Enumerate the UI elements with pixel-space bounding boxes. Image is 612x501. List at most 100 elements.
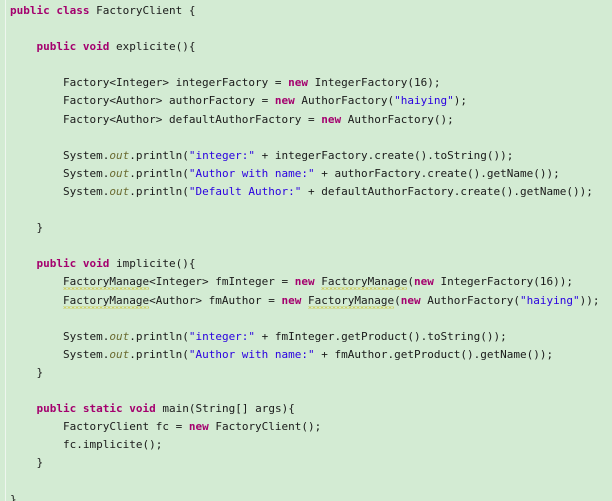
code-line[interactable]: System.out.println("Default Author:" + d… [0,183,612,201]
code-token-plain: Factory<Author> defaultAuthorFactory = [62,112,322,126]
code-line[interactable]: Factory<Author> authorFactory = new Auth… [0,92,612,110]
code-token-plain: ( [407,275,414,289]
code-line[interactable]: System.out.println("Author with name:" +… [0,346,612,364]
code-line[interactable] [0,472,612,490]
code-token-kw: new [281,293,302,307]
code-line[interactable]: System.out.println("integer:" + integerF… [0,147,612,165]
code-token-str: "haiying" [394,94,454,108]
code-token-plain: <Integer> fmInteger = [149,275,295,289]
code-line[interactable]: } [0,364,612,382]
code-token-fld: out [109,166,130,180]
code-line[interactable]: public void implicite(){ [0,255,612,273]
code-token-plain: .println( [129,329,189,343]
code-token-plain: fc.implicite(); [62,438,163,452]
code-line[interactable] [0,20,612,38]
code-line[interactable]: System.out.println("Author with name:" +… [0,165,612,183]
code-line[interactable]: Factory<Integer> integerFactory = new In… [0,74,612,92]
code-line[interactable]: fc.implicite(); [0,436,612,454]
code-token-fld: out [109,347,130,361]
code-token-plain: System. [62,347,110,361]
code-line[interactable] [0,129,612,147]
code-content[interactable]: public class FactoryClient { public void… [0,0,612,501]
code-line[interactable] [0,201,612,219]
code-line[interactable]: } [0,454,612,472]
code-line[interactable]: FactoryClient fc = new FactoryClient(); [0,418,612,436]
code-token-plain: <Author> fmAuthor = [149,293,282,307]
code-line[interactable]: System.out.println("integer:" + fmIntege… [0,328,612,346]
code-token-fld: out [109,184,130,198]
code-token-plain: + fmInteger.getProduct().toString()); [255,329,507,343]
code-line[interactable] [0,56,612,74]
code-token-fld: out [109,148,130,162]
code-token-plain: + integerFactory.create().toString()); [255,148,514,162]
code-token-plain: + defaultAuthorFactory.create().getName(… [301,184,593,198]
code-token-kw: new [274,94,295,108]
code-token-plain: implicite(){ [109,257,196,271]
code-token-kw: class [56,4,90,17]
code-token-str: "integer:" [188,148,256,162]
code-token-plain: } [10,492,17,501]
code-token-str: "Author with name:" [188,347,315,361]
code-line[interactable] [0,237,612,255]
code-token-plain: Factory<Author> authorFactory = [62,94,275,108]
code-line[interactable]: public static void main(String[] args){ [0,400,612,418]
code-line[interactable]: } [0,491,612,501]
code-token-warn: FactoryManage [62,275,150,289]
code-token-plain: AuthorFactory( [420,293,520,307]
code-token-plain: System. [62,148,110,162]
code-token-plain: FactoryClient(); [208,420,322,434]
code-token-kw: new [288,76,309,90]
code-token-plain: .println( [129,347,189,361]
code-token-kw: public [36,257,77,271]
code-token-plain: System. [62,329,110,343]
code-token-kw: public [36,402,77,416]
code-token-plain: .println( [129,184,189,198]
code-token-plain: main(String[] args){ [155,402,295,416]
code-token-str: "integer:" [188,329,256,343]
code-token-plain: } [36,221,44,235]
code-token-plain: System. [62,166,110,180]
code-token-kw: void [82,40,110,54]
code-line[interactable]: public class FactoryClient { [0,2,612,20]
code-token-plain: IntegerFactory(16)); [433,275,573,289]
code-token-warn: FactoryManage [321,275,408,289]
code-line[interactable]: } [0,219,612,237]
code-line[interactable] [0,310,612,328]
code-token-plain: ( [394,293,401,307]
code-token-kw: void [82,257,110,271]
code-token-plain: Factory<Integer> integerFactory = [62,76,289,90]
code-token-kw: new [188,420,209,434]
code-token-str: "haiying" [519,293,580,307]
code-token-plain: AuthorFactory( [294,94,395,108]
code-token-plain: } [36,365,44,379]
code-token-plain: .println( [129,148,189,162]
code-line[interactable]: FactoryManage<Author> fmAuthor = new Fac… [0,292,612,310]
code-line[interactable]: Factory<Author> defaultAuthorFactory = n… [0,111,612,129]
code-token-fld: out [109,329,130,343]
code-line[interactable]: public void explicite(){ [0,38,612,56]
code-token-warn: FactoryManage [308,293,395,307]
code-line[interactable] [0,382,612,400]
code-token-str: "Default Author:" [188,184,302,198]
code-token-plain: FactoryClient { [89,4,196,17]
code-token-plain: AuthorFactory(); [341,112,454,126]
code-token-plain: + authorFactory.create().getName()); [314,166,560,180]
code-token-str: "Author with name:" [188,166,315,180]
code-editor[interactable]: public class FactoryClient { public void… [0,0,612,501]
code-line[interactable]: FactoryManage<Integer> fmInteger = new F… [0,273,612,291]
code-token-plain: )); [579,293,600,307]
